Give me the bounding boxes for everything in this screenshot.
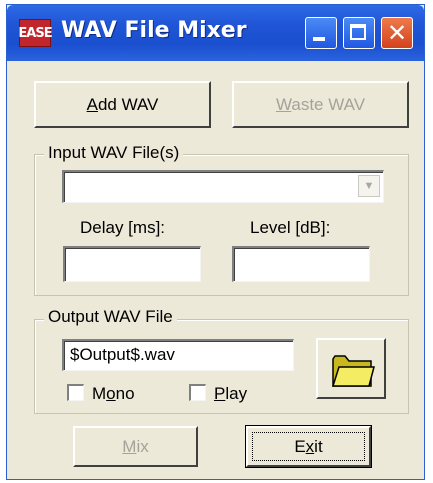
- minimize-icon: [313, 37, 325, 41]
- exit-label: Exit: [294, 436, 323, 456]
- output-wav-legend: Output WAV File: [44, 307, 177, 327]
- mix-label: Mix: [122, 436, 149, 456]
- title-bar[interactable]: EASE WAV File Mixer ✕: [7, 5, 424, 61]
- input-wav-file-select[interactable]: ▼: [62, 170, 384, 203]
- folder-icon: [331, 355, 375, 387]
- add-wav-button[interactable]: Add WAV: [34, 81, 211, 128]
- play-label: Play: [214, 384, 248, 403]
- output-filename-value: $Output$.wav: [70, 345, 175, 364]
- level-label: Level [dB]:: [250, 218, 331, 237]
- level-input[interactable]: [232, 246, 370, 282]
- waste-wav-button[interactable]: Waste WAV: [232, 81, 409, 128]
- delay-input[interactable]: [63, 246, 201, 282]
- delay-label: Delay [ms]:: [80, 218, 166, 237]
- play-checkbox[interactable]: [189, 384, 206, 401]
- mono-label: Mono: [92, 384, 135, 403]
- waste-wav-label: Waste WAV: [275, 94, 366, 114]
- maximize-icon: [350, 24, 366, 40]
- close-button[interactable]: ✕: [381, 17, 413, 49]
- chevron-down-icon[interactable]: ▼: [358, 175, 380, 197]
- window-title: WAV File Mixer: [61, 18, 247, 43]
- exit-button[interactable]: Exit: [245, 425, 372, 468]
- add-wav-label: Add WAV: [86, 94, 159, 114]
- app-logo-icon: EASE: [18, 19, 53, 47]
- mono-checkbox[interactable]: [67, 384, 84, 401]
- close-icon: ✕: [386, 19, 408, 47]
- maximize-button[interactable]: [343, 17, 375, 49]
- minimize-button[interactable]: [305, 17, 337, 49]
- output-filename-input[interactable]: $Output$.wav: [62, 339, 294, 371]
- mix-button[interactable]: Mix: [73, 426, 198, 467]
- browse-output-button[interactable]: [316, 338, 386, 399]
- wav-file-mixer-window: EASE WAV File Mixer ✕ Add WAV Waste WAV …: [6, 4, 425, 480]
- input-wav-legend: Input WAV File(s): [44, 143, 184, 163]
